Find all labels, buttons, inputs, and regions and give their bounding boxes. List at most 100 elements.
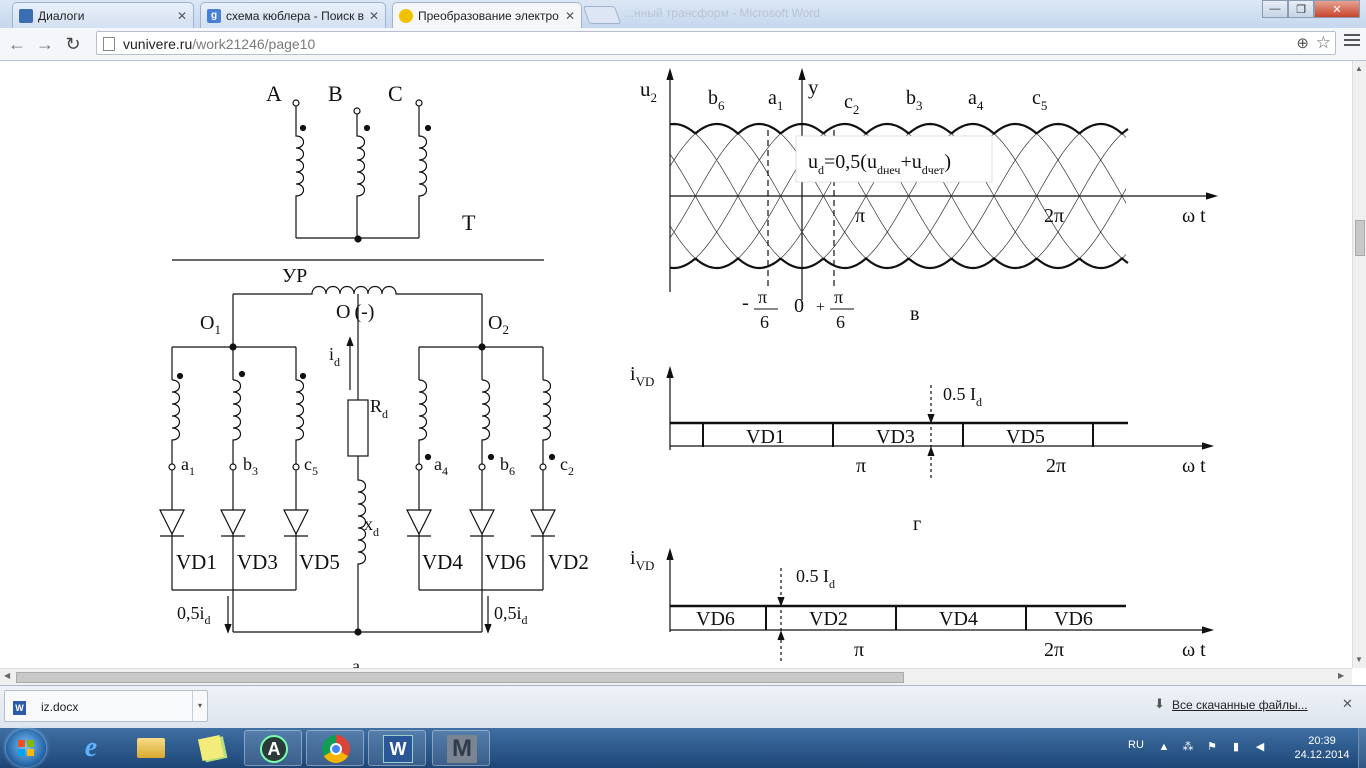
tab-active-page[interactable]: Преобразование электро ✕ [392, 2, 582, 29]
tab-close-icon[interactable]: ✕ [369, 9, 379, 23]
page-content: A B C T УР O1 O2 O (-) id Rd xd a1 b3 c5… [0, 61, 1352, 668]
vertical-scrollbar[interactable]: ▲ ▼ [1352, 61, 1366, 668]
show-hidden-icons-icon[interactable]: ▲ [1158, 741, 1170, 753]
new-tab-button[interactable] [582, 6, 622, 24]
show-desktop-button[interactable] [1358, 728, 1366, 768]
phase-label-c5: c5 [1032, 87, 1047, 113]
circuit-caption: а [352, 656, 360, 668]
current-plot-caption: г [913, 513, 921, 535]
transformer-label: T [462, 210, 476, 235]
reload-button[interactable]: ↻ [62, 34, 84, 54]
diode-label-vd2: VD2 [548, 550, 589, 574]
winding-label-b6: b6 [500, 454, 515, 478]
two-pi-tick-label-1: 2π [1046, 455, 1066, 477]
app-a-button[interactable]: A [244, 730, 302, 766]
rectifier-diagram: A B C T УР O1 O2 O (-) id Rd xd a1 b3 c5… [159, 67, 1219, 668]
url-host: vunivere.ru [123, 36, 193, 52]
mathcad-button[interactable]: M [432, 730, 490, 766]
plus-sign: + [816, 299, 825, 316]
start-button[interactable] [6, 729, 46, 767]
plus-pi-denominator: 6 [836, 312, 845, 332]
folder-icon [136, 734, 166, 762]
bookmark-star-icon[interactable]: ☆ [1316, 33, 1331, 53]
segment-vd4: VD4 [939, 608, 978, 630]
scroll-up-icon[interactable]: ▲ [1355, 64, 1363, 73]
zoom-icon[interactable]: ⊕ [1296, 34, 1309, 52]
language-indicator[interactable]: RU [1128, 739, 1144, 751]
background-window-title: ...нный трансформ - Microsoft Word [624, 6, 820, 20]
menu-icon[interactable] [1344, 34, 1360, 48]
volume-icon[interactable]: ◀ [1254, 741, 1266, 753]
forward-button[interactable]: → [34, 34, 56, 54]
action-center-flag-icon[interactable]: ⚑ [1206, 741, 1218, 753]
omega-t-label-2: ω t [1182, 639, 1206, 661]
tab-close-icon[interactable]: ✕ [177, 9, 187, 23]
network-icon[interactable]: ⁂ [1182, 741, 1194, 753]
pi-tick-label-1: π [856, 455, 866, 477]
y-axis-label: y [808, 75, 819, 99]
tab-title: Преобразование электро [418, 9, 559, 23]
url-text[interactable]: vunivere.ru/work21246/page10 [123, 36, 315, 52]
ivd-axis-label-1: iVD [630, 363, 654, 389]
windows-logo-icon [18, 740, 34, 756]
file-explorer-button[interactable] [122, 730, 180, 766]
internet-explorer-icon: e [84, 732, 98, 763]
plus-pi-numerator: π [834, 287, 843, 307]
half-current-left-label: 0,5id [177, 603, 211, 627]
minus-pi-denominator: 6 [760, 312, 769, 332]
back-button[interactable]: ← [6, 34, 28, 54]
usb-device-icon[interactable]: ▮ [1230, 741, 1242, 753]
voltage-plot-labels: u2 y b6 a1 c2 b3 a4 c5 ud=0,5(udнеч+udче… [640, 75, 1206, 332]
internet-explorer-button[interactable]: e [62, 730, 120, 766]
omega-t-axis-label: ω t [1182, 205, 1206, 227]
download-item[interactable]: W iz.docx ▾ [4, 690, 208, 722]
segment-vd6-a: VD6 [696, 608, 735, 630]
sticky-notes-button[interactable] [182, 730, 240, 766]
current-plot-1 [666, 365, 1215, 480]
scroll-down-icon[interactable]: ▼ [1355, 655, 1363, 664]
tab-dialogs[interactable]: Диалоги ✕ [12, 2, 194, 28]
sticky-notes-icon [196, 734, 226, 762]
minimize-button[interactable]: — [1262, 0, 1288, 18]
clock[interactable]: 20:39 24.12.2014 [1286, 734, 1358, 762]
word-button[interactable]: W [368, 730, 426, 766]
segment-vd3: VD3 [876, 426, 915, 448]
phase-label-a1: a1 [768, 87, 783, 113]
node-o1-label: O1 [200, 312, 221, 337]
tab-google-search[interactable]: g схема кюблера - Поиск в ✕ [200, 2, 386, 28]
close-window-button[interactable]: ✕ [1314, 0, 1360, 18]
tab-close-icon[interactable]: ✕ [565, 9, 575, 23]
app-a-icon: A [259, 735, 289, 763]
phase-label-c2: c2 [844, 91, 859, 117]
windows-taskbar: e A W M RU ▲ ⁂ ⚑ ▮ ◀ 20:39 24.12.2014 [0, 728, 1366, 768]
resistor-label: Rd [370, 396, 388, 421]
all-downloads-link[interactable]: Все скачанные файлы... [1172, 698, 1308, 712]
winding-label-c5: c5 [304, 454, 318, 478]
vertical-scroll-thumb[interactable] [1355, 220, 1365, 256]
chrome-button[interactable] [306, 730, 364, 766]
diode-label-vd3: VD3 [237, 550, 278, 574]
chevron-down-icon[interactable]: ▾ [192, 691, 207, 721]
segment-vd5: VD5 [1006, 426, 1045, 448]
clock-date: 24.12.2014 [1294, 749, 1350, 761]
resistor-rd [347, 399, 369, 457]
half-id-label-2: 0.5 Id [796, 566, 835, 591]
diode-label-vd5: VD5 [299, 550, 340, 574]
omega-t-label-1: ω t [1182, 455, 1206, 477]
phase-label-b6: b6 [708, 87, 725, 113]
google-icon: g [207, 8, 221, 23]
winding-label-a1: a1 [181, 454, 195, 478]
segment-vd6-b: VD6 [1054, 608, 1093, 630]
scroll-right-icon[interactable]: ▶ [1338, 671, 1344, 680]
ivd-axis-label-2: iVD [630, 547, 654, 573]
scroll-left-icon[interactable]: ◀ [4, 671, 10, 680]
lower-envelope [669, 256, 1129, 270]
node-o-label: O (-) [336, 301, 374, 323]
horizontal-scrollbar[interactable]: ◀ ▶ [0, 668, 1352, 686]
maximize-button[interactable]: ❐ [1288, 0, 1314, 18]
address-bar[interactable]: vunivere.ru/work21246/page10 ⊕ ☆ [96, 31, 1336, 55]
horizontal-scroll-thumb[interactable] [16, 672, 904, 683]
close-shelf-icon[interactable]: ✕ [1342, 696, 1353, 712]
current-plot-2-labels: iVD 0.5 Id VD6 VD2 VD4 VD6 π 2π ω t [630, 547, 1206, 661]
browser-toolbar: ← → ↻ vunivere.ru/work21246/page10 ⊕ ☆ [0, 28, 1366, 61]
